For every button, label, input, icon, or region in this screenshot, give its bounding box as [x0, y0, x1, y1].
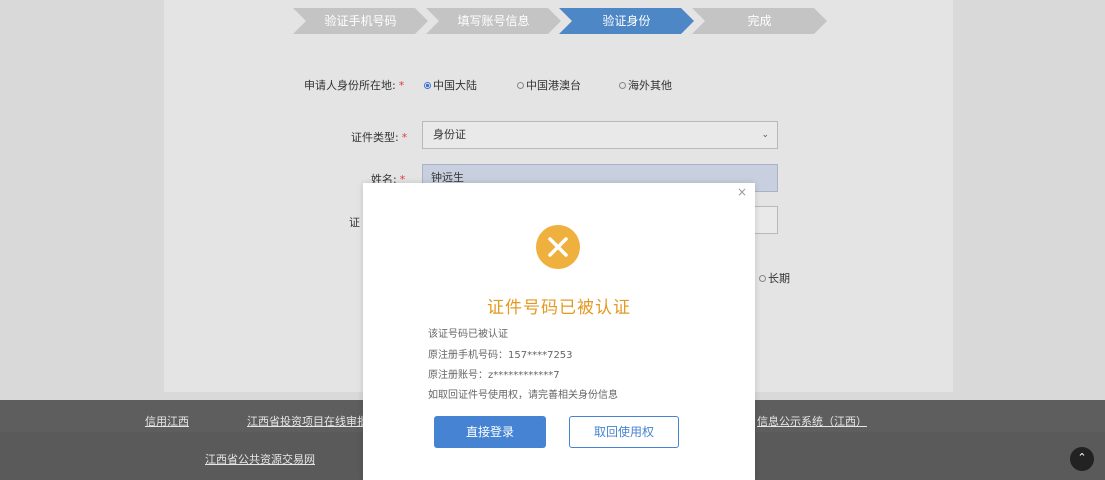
radio-mainland[interactable]: 中国大陆: [424, 77, 477, 93]
id-type-select[interactable]: 身份证 ⌄: [422, 121, 778, 149]
radio-validity-long[interactable]: 长期: [759, 270, 790, 286]
chevron-up-icon: ⌃: [1077, 451, 1087, 464]
footer-link-public-resource-trading[interactable]: 江西省公共资源交易网: [205, 451, 315, 467]
dialog-original-account: 原注册账号：z************7: [428, 370, 560, 381]
reclaim-usage-right-button[interactable]: 取回使用权: [569, 416, 679, 448]
id-type-label: 证件类型: *: [351, 131, 408, 144]
id-number-label: 证: [349, 216, 360, 229]
dialog-title: 证件号码已被认证: [487, 298, 631, 318]
radio-dot-icon: [517, 81, 524, 89]
radio-dot-icon: [759, 274, 766, 282]
progress-steps: 验证手机号码 填写账号信息 验证身份 完成: [293, 8, 833, 34]
radio-dot-selected-icon: [424, 81, 431, 89]
radio-dot-icon: [619, 81, 626, 89]
step-fill-account: 填写账号信息: [426, 8, 561, 34]
scroll-to-top-button[interactable]: ⌃: [1070, 447, 1094, 471]
footer-link-credit-jiangxi[interactable]: 信用江西: [145, 413, 189, 429]
step-complete: 完成: [692, 8, 827, 34]
step-verify-identity: 验证身份: [559, 8, 694, 34]
footer-link-info-disclosure[interactable]: 信息公示系统（江西）: [757, 413, 867, 429]
direct-login-button[interactable]: 直接登录: [434, 416, 546, 448]
location-label: 申请人身份所在地: *: [304, 79, 405, 92]
dialog-message-certified: 该证号码已被认证: [428, 329, 508, 340]
close-icon[interactable]: ×: [737, 185, 747, 199]
dialog-original-phone: 原注册手机号码：157****7253: [428, 350, 573, 361]
chevron-down-icon: ⌄: [761, 130, 769, 140]
certification-error-dialog: × 证件号码已被认证 该证号码已被认证 原注册手机号码：157****7253 …: [363, 183, 755, 480]
footer-link-investment-approval[interactable]: 江西省投资项目在线审批: [247, 413, 368, 429]
error-x-icon: [536, 225, 580, 269]
radio-hk-macao-taiwan[interactable]: 中国港澳台: [517, 77, 581, 93]
dialog-reclaim-hint: 如取回证件号使用权，请完善相关身份信息: [428, 390, 618, 401]
step-verify-phone: 验证手机号码: [293, 8, 428, 34]
radio-overseas[interactable]: 海外其他: [619, 77, 672, 93]
